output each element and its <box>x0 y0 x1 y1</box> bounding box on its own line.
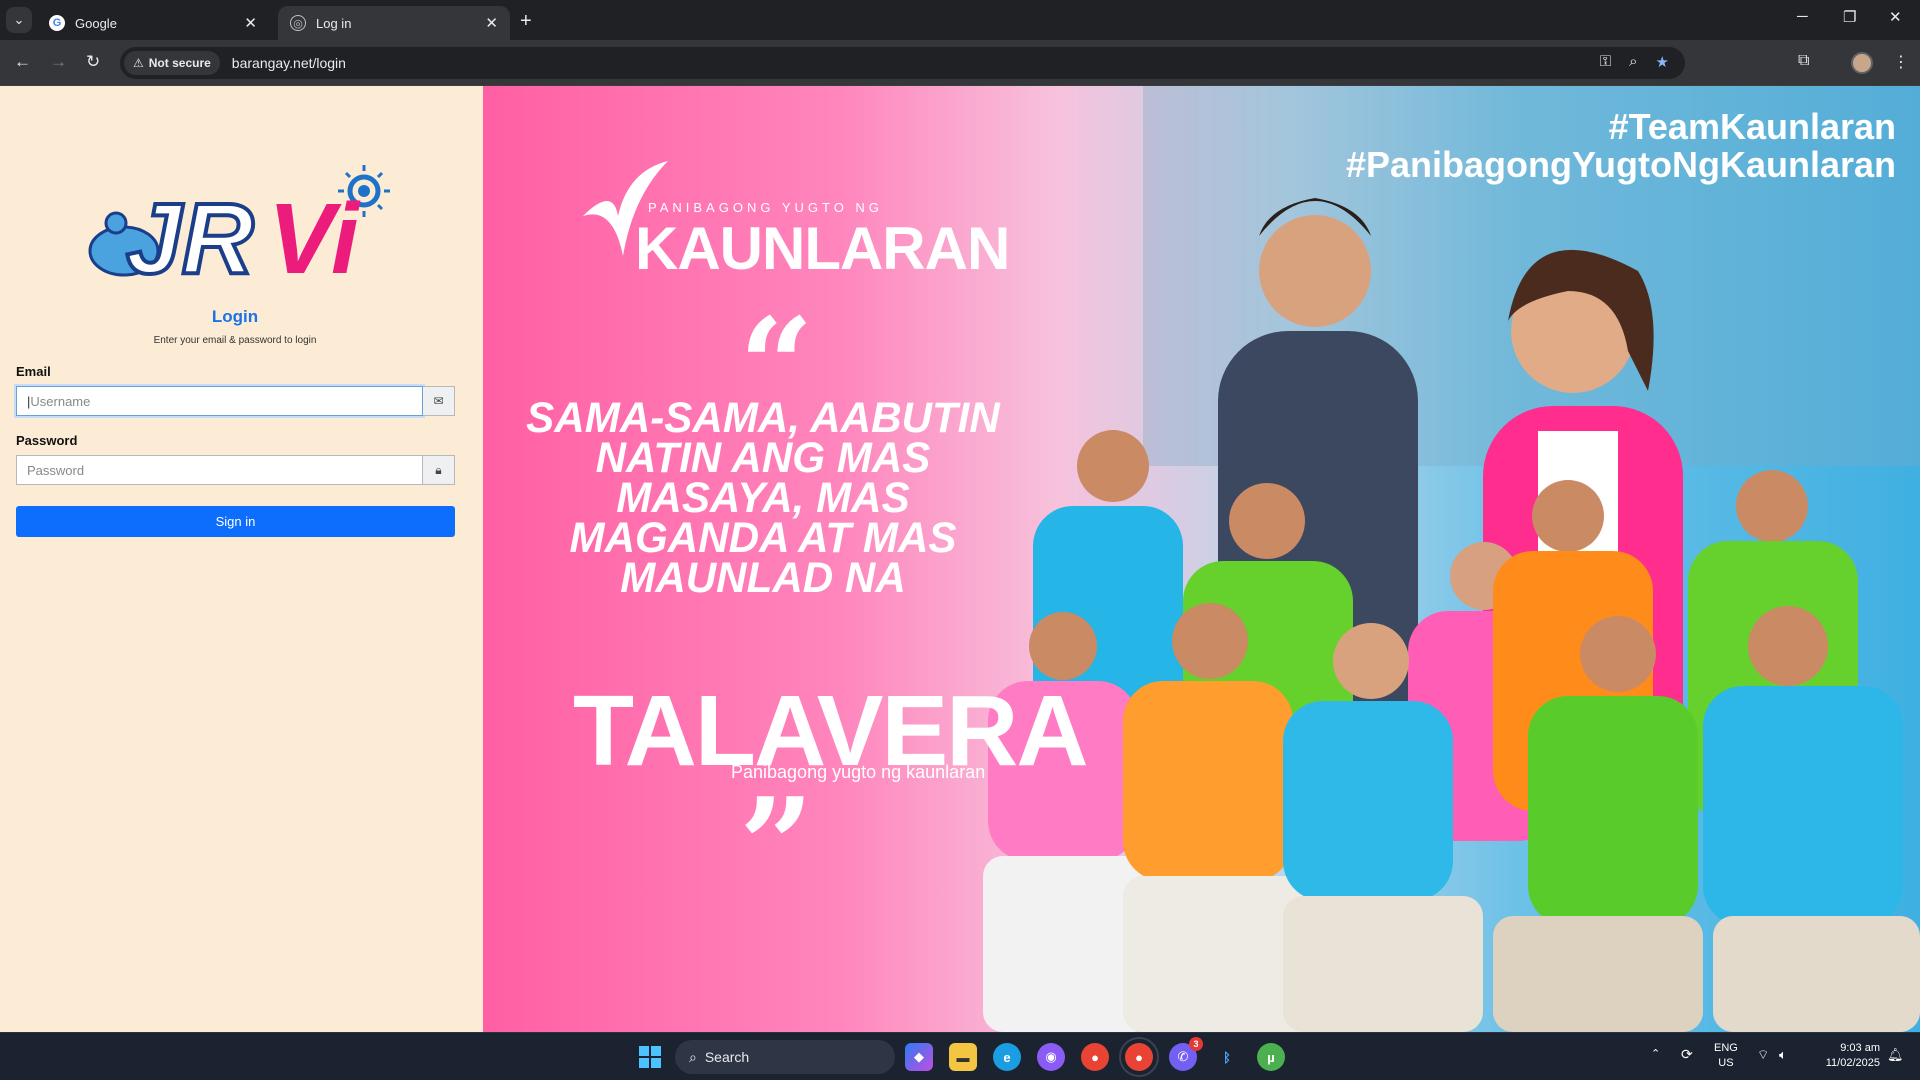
bluetooth-icon[interactable]: ᛒ <box>1213 1043 1241 1071</box>
email-label: Email <box>16 364 51 379</box>
email-field: | Username ✉ <box>16 386 455 416</box>
close-tab-icon[interactable]: ✕ <box>485 14 498 32</box>
search-icon: ⌕ <box>689 1048 697 1065</box>
github-icon[interactable]: ◉ <box>1037 1043 1065 1071</box>
tab-strip: ⌄ G Google ✕ ◎ Log in ✕ + ─ ❐ ✕ <box>0 0 1920 40</box>
language-indicator[interactable]: ENG US <box>1714 1041 1738 1071</box>
wifi-icon[interactable]: ⌔ <box>1757 1047 1769 1062</box>
extensions-icon[interactable]: ⧉ <box>1798 52 1809 70</box>
kaunlaran-small-text: PANIBAGONG YUGTO NG <box>648 200 883 215</box>
password-field: Password 🔒︎ <box>16 455 455 485</box>
chrome-icon[interactable]: ● <box>1081 1043 1109 1071</box>
tab-title: Log in <box>316 15 352 31</box>
key-icon[interactable]: ⚿ <box>1600 53 1611 71</box>
windows-start-icon[interactable] <box>636 1043 664 1071</box>
notification-icon[interactable]: 🔔︎ <box>1887 1047 1904 1062</box>
minimize-icon[interactable]: ─ <box>1797 8 1808 25</box>
password-label: Password <box>16 433 78 448</box>
file-explorer-icon[interactable]: ▬ <box>949 1043 977 1071</box>
login-title: Login <box>211 307 259 326</box>
close-quote-icon: ” <box>739 769 814 922</box>
campaign-banner: #TeamKaunlaran #PanibagongYugtoNgKaunlar… <box>483 86 1920 1032</box>
login-panel: JR Vi Login Enter your email & password … <box>0 86 483 1032</box>
warning-icon: ⚠ <box>133 56 144 70</box>
taskbar-search[interactable]: ⌕ Search <box>675 1040 895 1074</box>
chevron-up-icon[interactable]: ⌃ <box>1651 1047 1660 1062</box>
jrvi-logo: JR Vi <box>88 165 390 281</box>
forward-icon[interactable]: → <box>50 52 67 72</box>
zoom-icon[interactable]: ⌕ <box>1629 53 1637 71</box>
close-window-icon[interactable]: ✕ <box>1889 8 1902 26</box>
tab-google[interactable]: G Google ✕ <box>37 6 269 40</box>
svg-text:JR: JR <box>126 183 254 281</box>
password-input[interactable]: Password <box>16 455 423 485</box>
hashtag-team: #TeamKaunlaran <box>1608 106 1896 147</box>
clock[interactable]: 9:03 am 11/02/2025 <box>1810 1041 1880 1071</box>
menu-icon[interactable]: ⋮ <box>1893 52 1909 72</box>
svg-text:Vi: Vi <box>268 183 361 281</box>
kaunlaran-big-text: KAUNLARAN <box>635 215 1010 282</box>
reload-icon[interactable]: ↻ <box>86 52 100 72</box>
tab-login[interactable]: ◎ Log in ✕ <box>278 6 510 40</box>
back-icon[interactable]: ← <box>14 52 31 72</box>
sync-icon[interactable]: ⟳ <box>1681 1047 1693 1062</box>
new-tab-button[interactable]: + <box>520 10 532 33</box>
envelope-icon: ✉ <box>423 386 455 416</box>
edge-icon[interactable]: e <box>993 1043 1021 1071</box>
volume-icon[interactable]: 🔈︎ <box>1779 1047 1787 1062</box>
copilot-icon[interactable]: ◆ <box>905 1043 933 1071</box>
signin-button[interactable]: Sign in <box>16 506 455 537</box>
page-content: JR Vi Login Enter your email & password … <box>0 86 1920 1032</box>
login-subtitle: Enter your email & password to login <box>153 335 317 346</box>
hashtags: #TeamKaunlaran #PanibagongYugtoNgKaunlar… <box>1346 108 1896 184</box>
notification-badge: 3 <box>1189 1037 1203 1051</box>
hashtag-panibagong: #PanibagongYugtoNgKaunlaran <box>1345 144 1896 185</box>
address-bar[interactable]: ⚠ Not secure barangay.net/login ⚿ ⌕ ★ <box>120 47 1685 79</box>
utorrent-icon[interactable]: µ <box>1257 1043 1285 1071</box>
bookmark-star-icon[interactable]: ★ <box>1656 53 1669 71</box>
email-input[interactable]: | Username <box>16 386 423 416</box>
profile-avatar[interactable] <box>1851 52 1873 74</box>
close-tab-icon[interactable]: ✕ <box>244 14 257 32</box>
google-icon: G <box>49 15 65 31</box>
chrome-profile-icon[interactable]: ● <box>1119 1037 1159 1077</box>
lock-icon: 🔒︎ <box>423 455 455 485</box>
chevron-down-icon: ⌄ <box>13 12 25 27</box>
viber-icon[interactable]: ✆ 3 <box>1169 1037 1203 1071</box>
tab-title: Google <box>75 15 117 31</box>
taskbar: ⌕ Search ◆ ▬ e ◉ ● ● ✆ 3 ᛒ µ ⌃ ⟳ ENG US … <box>0 1032 1920 1080</box>
quote-text: SAMA-SAMA, AABUTIN NATIN ANG MAS MASAYA,… <box>526 394 1000 602</box>
restore-icon[interactable]: ❐ <box>1843 8 1856 26</box>
browser-toolbar: ← → ↻ ⚠ Not secure barangay.net/login ⚿ ⌕… <box>0 40 1920 86</box>
security-badge[interactable]: ⚠ Not secure <box>124 51 220 75</box>
tab-search-button[interactable]: ⌄ <box>6 7 32 33</box>
url-text[interactable]: barangay.net/login <box>232 55 346 71</box>
globe-icon: ◎ <box>290 15 306 31</box>
